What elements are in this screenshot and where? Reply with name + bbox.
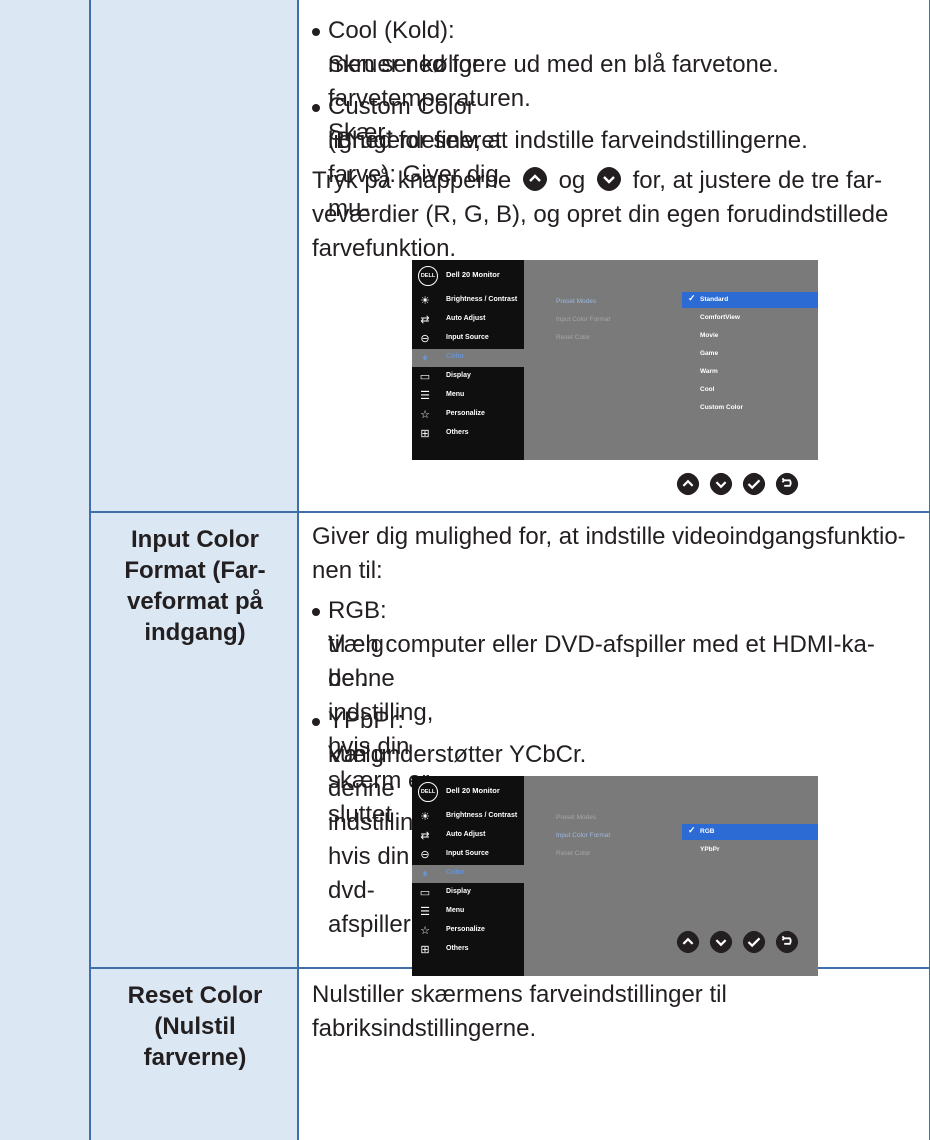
- table-border: [89, 0, 91, 1140]
- down-button-icon: [709, 930, 733, 954]
- auto-adjust-icon: ⇄: [420, 830, 430, 842]
- others-icon: ⊞: [420, 428, 430, 440]
- osd-menu-item: ⊖ Input Source: [412, 846, 524, 864]
- osd-submenu-item: Input Color Format: [556, 832, 611, 839]
- ok-button-icon: [742, 472, 766, 496]
- down-button-icon: [596, 167, 621, 191]
- nav-button-row: [676, 472, 799, 496]
- up-button-icon: [522, 167, 547, 191]
- osd-option: Custom Color: [700, 404, 743, 411]
- ok-button-icon: [742, 930, 766, 954]
- up-button-icon: [676, 930, 700, 954]
- setting-label: Reset Color (Nulstil farverne): [127, 982, 263, 1071]
- display-icon: ▭: [419, 371, 431, 383]
- menu-icon: ☰: [420, 390, 430, 402]
- color-icon: ♦: [422, 868, 428, 880]
- paragraph-text: Nulstiller skærmens farveindstillinger t…: [312, 981, 727, 1008]
- bullet-text: lighed for selv, at indstille farveindst…: [328, 127, 808, 154]
- osd-submenu-item: Reset Color: [556, 850, 591, 857]
- osd-menu-item-active: ♦ Color: [412, 349, 524, 367]
- nav-button-row: [676, 930, 799, 954]
- brightness-icon: ☀: [420, 811, 430, 823]
- star-icon: ☆: [420, 925, 430, 937]
- up-button-icon: [676, 472, 700, 496]
- osd-option-selected: ✓ RGB: [682, 824, 818, 840]
- paragraph-text: fabriksindstillingerne.: [312, 1015, 537, 1042]
- bullet-text: men ser køligere ud med en blå farvetone…: [328, 51, 779, 78]
- osd-menu-item: ⊖ Input Source: [412, 330, 524, 348]
- osd-option: Movie: [700, 332, 719, 339]
- osd-menu-item: ▭ Display: [419, 371, 471, 383]
- table-column-blank: [0, 0, 90, 1140]
- osd-option: Warm: [700, 368, 718, 375]
- back-button-icon: [775, 472, 799, 496]
- osd-submenu-item: Input Color Format: [556, 316, 611, 323]
- others-icon: ⊞: [420, 944, 430, 956]
- osd-menu-item: ☰ Menu: [412, 387, 524, 405]
- menu-icon: ☰: [420, 906, 430, 918]
- table-row-divider: [90, 511, 930, 513]
- down-button-icon: [709, 472, 733, 496]
- paragraph-text: og: [558, 167, 586, 194]
- bullet-text: til en computer eller DVD-afspiller med …: [328, 631, 875, 658]
- bullet-text: kun understøtter YCbCr.: [328, 741, 587, 768]
- osd-option-selected: ✓ Standard: [682, 292, 818, 308]
- osd-menu-item: ⇄ Auto Adjust: [412, 311, 524, 329]
- check-icon: ✓: [688, 293, 696, 303]
- paragraph-text: Giver dig mulighed for, at indstille vid…: [312, 523, 906, 550]
- display-icon: ▭: [419, 887, 431, 899]
- osd-option: YPbPr: [700, 846, 720, 853]
- back-button-icon: [775, 930, 799, 954]
- check-icon: ✓: [688, 825, 696, 835]
- osd-submenu-item: Reset Color: [556, 334, 591, 341]
- osd-menu-item: ⊞ Others: [412, 425, 524, 443]
- dell-logo-icon: DELL: [418, 782, 438, 802]
- osd-menu-item: ☰ Menu: [412, 903, 524, 921]
- osd-menu-item: ☆ Personalize: [412, 922, 524, 940]
- osd-menu-item-active: ♦ Color: [412, 865, 524, 883]
- star-icon: ☆: [420, 409, 430, 421]
- osd-option: Cool: [700, 386, 715, 393]
- brightness-icon: ☀: [420, 295, 430, 307]
- osd-option: Game: [700, 350, 719, 357]
- input-source-icon: ⊖: [420, 333, 430, 345]
- paragraph-text: nen til:: [312, 557, 383, 584]
- osd-title: Dell 20 Monitor: [446, 270, 500, 279]
- dell-logo-icon: DELL: [418, 266, 438, 286]
- osd-menu-item: ⇄ Auto Adjust: [412, 827, 524, 845]
- input-source-icon: ⊖: [420, 849, 430, 861]
- osd-submenu-item: Preset Modes: [556, 298, 597, 305]
- paragraph-text: Tryk på knapperne: [312, 167, 512, 194]
- table-border: [297, 0, 299, 1140]
- osd-menu-item: ☀ Brightness / Contrast: [412, 808, 524, 826]
- paragraph-text: veværdier (R, G, B), og opret din egen f…: [312, 201, 889, 228]
- osd-menu-item: ⊞ Others: [412, 941, 524, 959]
- osd-submenu-item: Preset Modes: [556, 814, 597, 821]
- osd-title: Dell 20 Monitor: [446, 786, 500, 795]
- osd-screenshot-preset-modes: DELL Dell 20 Monitor ☀ Brightness / Contr…: [412, 260, 818, 460]
- osd-option: ComfortView: [700, 314, 740, 321]
- osd-menu-item: ☀ Brightness / Contrast: [412, 292, 524, 310]
- paragraph: Tryk på knapperne og for, at justere de …: [312, 164, 882, 198]
- bullet-text: bel.: [328, 665, 367, 692]
- osd-menu-item: ☆ Personalize: [412, 406, 524, 424]
- color-icon: ♦: [422, 352, 428, 364]
- osd-menu-item: ▭ Display: [419, 887, 471, 899]
- setting-label: Input Color Format (Far- veformat på ind…: [124, 526, 266, 646]
- auto-adjust-icon: ⇄: [420, 314, 430, 326]
- paragraph-text: for, at justere de tre far-: [632, 167, 883, 194]
